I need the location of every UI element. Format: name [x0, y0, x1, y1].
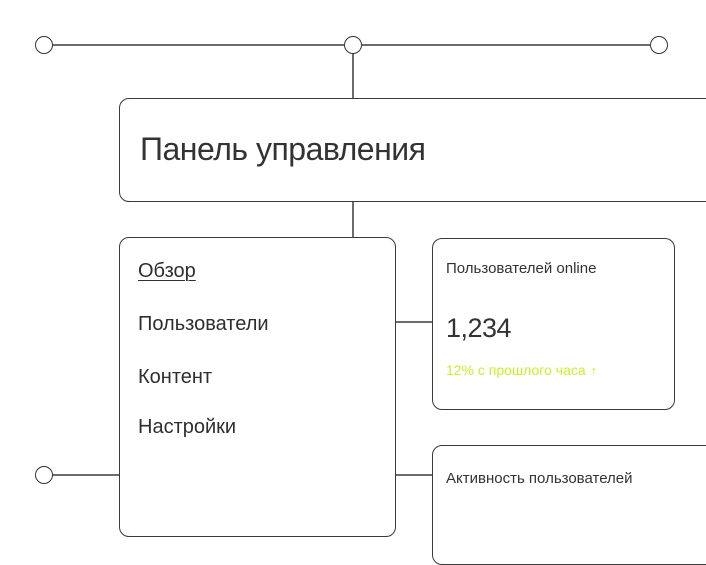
users-online-card: Пользователей online 1,234 12% с прошлог…	[432, 238, 675, 410]
sidebar-item-overview[interactable]: Обзор	[138, 260, 196, 283]
sidebar-item-settings[interactable]: Настройки	[138, 416, 236, 439]
user-activity-card: Активность пользователей	[432, 445, 706, 565]
connector-node-center	[344, 36, 362, 54]
sidebar-item-users[interactable]: Пользователи	[138, 313, 269, 336]
connector-node-bottom-left	[35, 466, 53, 484]
sidebar: Обзор Пользователи Контент Настройки	[119, 237, 396, 537]
stat-change: 12% с прошлого часа ↑	[446, 362, 597, 378]
connector-node-left	[35, 36, 53, 54]
arrow-up-icon: ↑	[590, 363, 598, 378]
stat-value: 1,234	[446, 313, 512, 343]
activity-title: Активность пользователей	[446, 470, 633, 487]
header-panel: Панель управления	[119, 98, 706, 202]
connector-node-right	[650, 36, 668, 54]
page-title: Панель управления	[140, 131, 426, 167]
stat-label: Пользователей online	[446, 260, 597, 277]
stat-change-text: 12% с прошлого часа	[446, 362, 586, 378]
sidebar-item-content[interactable]: Контент	[138, 366, 212, 389]
